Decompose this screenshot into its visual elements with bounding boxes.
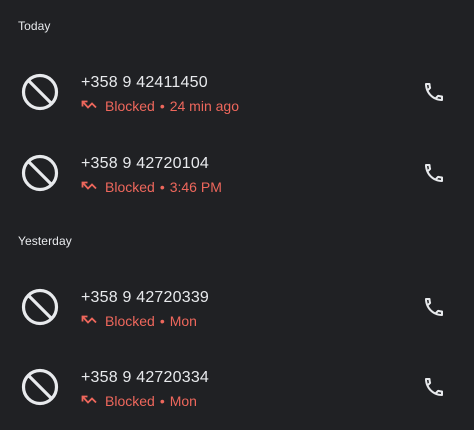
separator-dot: • <box>159 313 165 329</box>
call-time: 24 min ago <box>169 98 239 114</box>
call-back-button[interactable] <box>420 159 448 187</box>
phone-number: +358 9 42720104 <box>81 155 210 172</box>
blocked-label: Blocked <box>105 313 155 329</box>
call-status: Blocked • Mon <box>81 393 197 409</box>
phone-icon <box>425 378 443 396</box>
block-icon <box>21 368 59 406</box>
separator-dot: • <box>159 393 165 409</box>
call-status: Blocked • 24 min ago <box>81 98 239 114</box>
block-icon <box>21 73 59 111</box>
call-time: Mon <box>169 393 197 409</box>
call-status: Blocked • 3:46 PM <box>81 179 222 195</box>
call-log-row[interactable]: +358 9 42720334 Blocked • Mon <box>0 351 474 423</box>
phone-icon <box>425 83 443 101</box>
missed-call-arrow-icon <box>81 395 97 404</box>
missed-call-arrow-icon <box>81 181 97 190</box>
block-icon <box>21 154 59 192</box>
call-log-row[interactable]: +358 9 42411450 Blocked • 24 min ago <box>0 56 474 128</box>
call-status: Blocked • Mon <box>81 313 197 329</box>
phone-number: +358 9 42411450 <box>81 74 208 91</box>
call-log-row[interactable]: +358 9 42720339 Blocked • Mon <box>0 271 474 343</box>
call-back-button[interactable] <box>420 293 448 321</box>
call-time: 3:46 PM <box>169 179 222 195</box>
section-header-today: Today <box>18 19 51 33</box>
call-log-row[interactable]: +358 9 42720104 Blocked • 3:46 PM <box>0 137 474 209</box>
block-icon <box>21 288 59 326</box>
phone-number: +358 9 42720339 <box>81 289 210 306</box>
blocked-label: Blocked <box>105 393 155 409</box>
separator-dot: • <box>159 98 165 114</box>
call-back-button[interactable] <box>420 373 448 401</box>
missed-call-arrow-icon <box>81 100 97 109</box>
separator-dot: • <box>159 179 165 195</box>
blocked-label: Blocked <box>105 179 155 195</box>
blocked-label: Blocked <box>105 98 155 114</box>
phone-icon <box>425 164 443 182</box>
section-header-yesterday: Yesterday <box>18 234 72 248</box>
missed-call-arrow-icon <box>81 315 97 324</box>
phone-number: +358 9 42720334 <box>81 369 210 386</box>
phone-icon <box>425 298 443 316</box>
call-back-button[interactable] <box>420 78 448 106</box>
call-time: Mon <box>169 313 197 329</box>
